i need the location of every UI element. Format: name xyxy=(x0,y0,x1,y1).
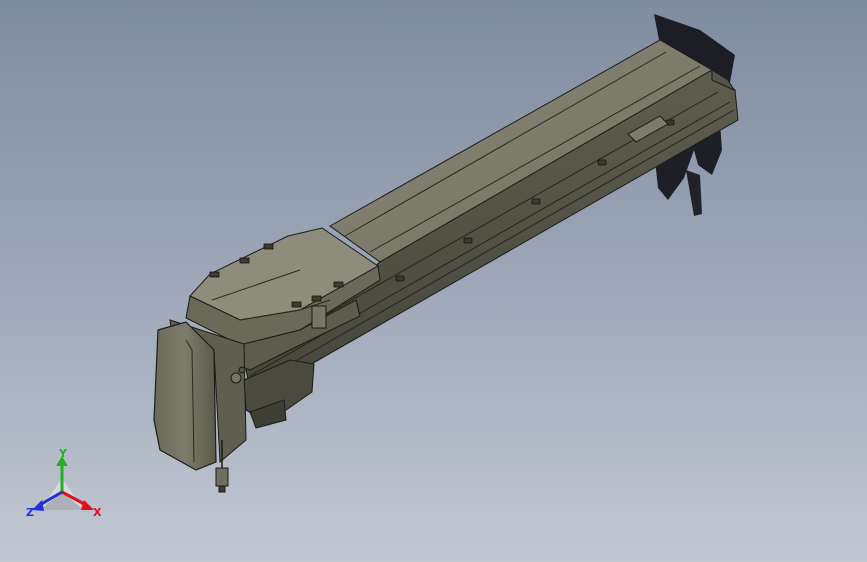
linear-actuator-model[interactable] xyxy=(0,0,867,562)
triad-y-label: Y xyxy=(58,448,68,460)
knob xyxy=(230,372,242,384)
motor-housing xyxy=(153,321,217,471)
knob-2 xyxy=(238,366,246,374)
coordinate-triad: Y X Z xyxy=(26,448,102,519)
cad-viewport[interactable]: Y X Z xyxy=(0,0,867,562)
carriage-clamp xyxy=(311,305,327,329)
cable-connector xyxy=(215,467,229,487)
triad-z-label: Z xyxy=(26,506,34,519)
cable-tip xyxy=(218,485,226,493)
triad-x-label: X xyxy=(93,506,102,519)
